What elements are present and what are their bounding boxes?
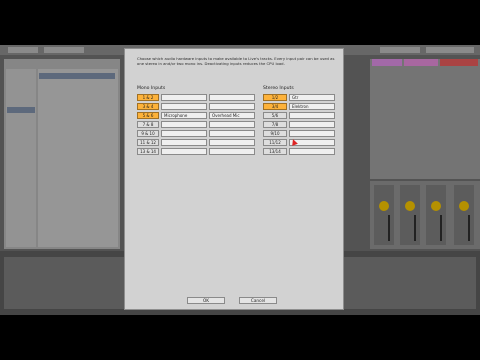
stereo-toggle-button[interactable]: 7/8	[263, 121, 287, 128]
mono-toggle-button[interactable]: 3 & 4	[137, 103, 159, 110]
mono-name-field[interactable]	[209, 139, 255, 146]
stereo-toggle-button[interactable]: 9/10	[263, 130, 287, 137]
mono-name-field[interactable]	[161, 94, 207, 101]
stereo-toggle-button[interactable]: 1/2	[263, 94, 287, 101]
ok-button[interactable]: OK	[187, 297, 225, 304]
stereo-name-field[interactable]	[289, 148, 335, 155]
letterbox-top	[0, 0, 480, 45]
mono-name-field[interactable]	[209, 121, 255, 128]
stereo-name-field[interactable]: Gtr	[289, 94, 335, 101]
mono-toggle-button[interactable]: 11 & 12	[137, 139, 159, 146]
mono-toggle-button[interactable]: 5 & 6	[137, 112, 159, 119]
mono-name-field[interactable]	[209, 130, 255, 137]
stereo-toggle-button[interactable]: 5/6	[263, 112, 287, 119]
stereo-name-field[interactable]	[289, 121, 335, 128]
mono-name-field[interactable]	[161, 121, 207, 128]
mono-toggle-button[interactable]: 9 & 10	[137, 130, 159, 137]
mono-name-field[interactable]: Overhead Mic	[209, 112, 255, 119]
mono-toggle-button[interactable]: 7 & 8	[137, 121, 159, 128]
stereo-name-field[interactable]	[289, 112, 335, 119]
mono-name-field[interactable]	[209, 94, 255, 101]
dialog-description: Choose which audio hardware inputs to ma…	[137, 56, 335, 66]
stereo-toggle-button[interactable]: 3/4	[263, 103, 287, 110]
input-config-dialog: Choose which audio hardware inputs to ma…	[124, 48, 344, 310]
mono-inputs-header: Mono Inputs	[137, 86, 166, 91]
stereo-toggle-button[interactable]: 13/14	[263, 148, 287, 155]
cancel-button[interactable]: Cancel	[239, 297, 277, 304]
mono-name-field[interactable]	[161, 130, 207, 137]
mono-name-field[interactable]	[161, 139, 207, 146]
stereo-name-field[interactable]	[289, 130, 335, 137]
mono-toggle-button[interactable]: 1 & 2	[137, 94, 159, 101]
mono-name-field[interactable]	[209, 148, 255, 155]
live-window: Choose which audio hardware inputs to ma…	[0, 45, 480, 315]
mono-name-field[interactable]	[161, 148, 207, 155]
mono-name-field[interactable]	[161, 103, 207, 110]
letterbox-bottom	[0, 315, 480, 360]
mono-toggle-button[interactable]: 13 & 14	[137, 148, 159, 155]
stereo-inputs-header: Stereo Inputs	[263, 86, 294, 91]
stereo-name-field[interactable]: Elektron	[289, 103, 335, 110]
mono-name-field[interactable]: Microphone	[161, 112, 207, 119]
stereo-toggle-button[interactable]: 11/12	[263, 139, 287, 146]
mono-name-field[interactable]	[209, 103, 255, 110]
